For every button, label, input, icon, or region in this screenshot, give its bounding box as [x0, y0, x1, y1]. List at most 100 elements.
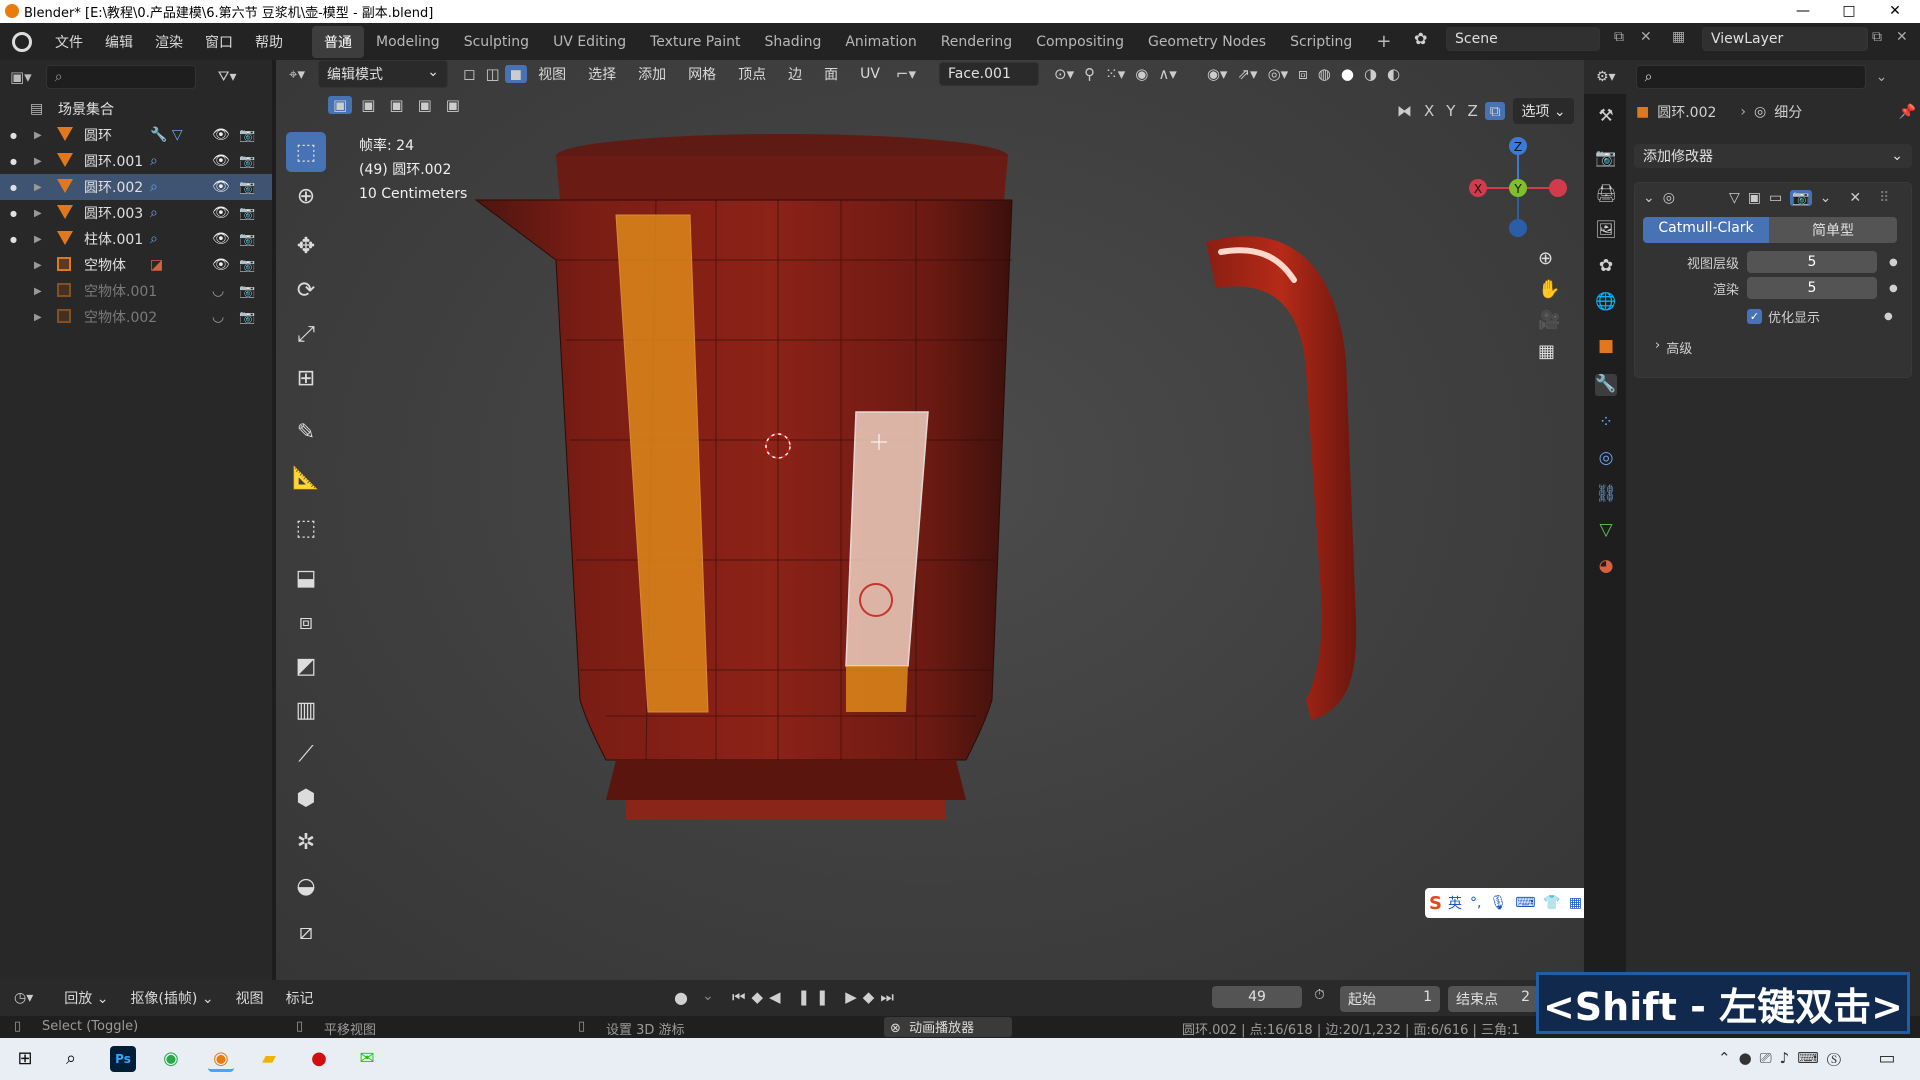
keyframe-dot-icon[interactable]: ● [1889, 257, 1898, 268]
visibility-icon[interactable]: ◉▾ [1202, 65, 1233, 83]
eye-icon[interactable]: 👁 [212, 231, 230, 247]
tab-animation[interactable]: Animation [833, 28, 928, 56]
axis-z-toggle[interactable]: Z [1462, 102, 1482, 120]
record-icon[interactable]: ● [674, 988, 688, 1007]
move-tool[interactable]: ✥ [286, 226, 326, 266]
blender-taskbar-icon[interactable]: ◉ [208, 1046, 234, 1072]
menu-edit[interactable]: 编辑 [94, 32, 144, 52]
expand-arrow-icon[interactable]: ▶ [34, 312, 42, 323]
toolbox-icon[interactable]: ▦ [1569, 895, 1582, 911]
render-visibility-icon[interactable]: 📷 [239, 284, 255, 299]
render-levels-field[interactable]: 5 [1747, 277, 1877, 299]
tab-texture-paint[interactable]: Texture Paint [638, 28, 752, 56]
menu-render[interactable]: 渲染 [144, 32, 194, 52]
tab-shading[interactable]: Shading [752, 28, 833, 56]
measure-tool[interactable]: 📐 [286, 458, 326, 498]
tab-layout[interactable]: 普通 [312, 25, 364, 58]
outliner-item[interactable]: ▶ 空物体.002 ◡ 📷 [0, 304, 272, 330]
keyboard-icon[interactable]: ⌨ [1515, 895, 1535, 911]
timeline-view-menu[interactable]: 视图 [225, 988, 275, 1008]
properties-editor-icon[interactable]: ⚙▾ [1596, 69, 1616, 85]
edit-toggle-icon[interactable]: ● [10, 131, 17, 140]
photoshop-icon[interactable]: Ps [110, 1046, 136, 1072]
modifier-tab-icon[interactable]: 🔧 [1595, 374, 1617, 396]
constraints-tab-icon[interactable]: ⛓ [1595, 484, 1617, 506]
new-scene-icon[interactable]: ⧉ [1614, 29, 1624, 45]
render-tab-icon[interactable]: 📷 [1595, 148, 1617, 170]
shear-tool[interactable]: ⧄ [286, 912, 326, 952]
tab-catmull-clark[interactable]: Catmull-Clark [1643, 217, 1769, 243]
delete-view-layer-icon[interactable]: ✕ [1896, 29, 1908, 45]
poly-build-tool[interactable]: ⬢ [286, 778, 326, 818]
wechat-icon[interactable]: ✉ [354, 1046, 380, 1072]
rotate-tool[interactable]: ⟳ [286, 270, 326, 310]
annotate-tool[interactable]: ✎ [286, 412, 326, 452]
scene-selector[interactable]: Scene [1446, 27, 1600, 51]
view-layer-tab-icon[interactable]: 🖼 [1595, 220, 1617, 242]
eye-icon[interactable]: 👁 [212, 179, 230, 195]
tab-uv-editing[interactable]: UV Editing [541, 28, 638, 56]
modifier-icon[interactable]: ⌕ [150, 205, 158, 221]
world-tab-icon[interactable]: 🌐 [1595, 292, 1617, 314]
outliner-item[interactable]: ● ▶ 圆环.001 ⌕ 👁 📷 [0, 148, 272, 174]
editor-type-icon[interactable]: ▣▾ [10, 68, 32, 86]
timeline-editor-icon[interactable]: ◷▾ [14, 990, 33, 1006]
axis-y-toggle[interactable]: Y [1441, 102, 1460, 120]
render-visibility-icon[interactable]: 📷 [239, 232, 255, 247]
scale-tool[interactable]: ⤢ [286, 314, 326, 354]
active-face-selector[interactable]: Face.001 [939, 62, 1040, 86]
end-frame-field[interactable]: 结束点 2 [1448, 986, 1538, 1012]
tab-rendering[interactable]: Rendering [929, 28, 1025, 56]
taskbar-search-icon[interactable]: ⌕ [58, 1046, 84, 1072]
spin-tool[interactable]: ✲ [286, 822, 326, 862]
edit-toggle-icon[interactable]: ● [10, 209, 17, 218]
snap-target-icon[interactable]: ⁙▾ [1100, 65, 1130, 83]
outliner-item[interactable]: ▶ 空物体 ◪ 👁 📷 [0, 252, 272, 278]
image-icon[interactable]: ◪ [150, 257, 163, 273]
skin-icon[interactable]: 👕 [1543, 895, 1560, 911]
menu-window[interactable]: 窗口 [194, 32, 244, 52]
marker-menu[interactable]: 标记 [275, 988, 325, 1008]
face-select-icon[interactable]: ◼ [504, 65, 528, 83]
tab-sculpting[interactable]: Sculpting [452, 28, 541, 56]
viewport-display-icon[interactable]: ▭ [1769, 190, 1782, 206]
3d-viewport[interactable] [276, 60, 1584, 980]
transform-orientation-icon[interactable]: ⌐▾ [891, 65, 921, 83]
edit-toggle-icon[interactable]: ● [10, 235, 17, 244]
edge-select-icon[interactable]: ◫ [480, 65, 504, 83]
add-workspace-button[interactable]: + [1364, 25, 1403, 58]
browser-icon[interactable]: ◉ [158, 1046, 184, 1072]
eye-icon[interactable]: 👁 [212, 153, 230, 169]
select-extend-icon[interactable]: ▣ [356, 96, 380, 114]
options-dropdown[interactable]: 选项 ⌄ [1513, 98, 1574, 124]
keyframe-dot-icon[interactable]: ● [1889, 283, 1898, 294]
recorder-icon[interactable]: ● [306, 1046, 332, 1072]
render-visibility-icon[interactable]: 📷 [239, 180, 255, 195]
select-box-tool[interactable]: ⬚ [286, 132, 326, 172]
ime-toolbar[interactable]: S 英 °, 🎙 ⌨ 👕 ▦ [1425, 888, 1603, 918]
auto-merge-icon[interactable]: ⧉ [1484, 102, 1506, 120]
blender-menu-icon[interactable] [12, 31, 32, 52]
menu-vertex[interactable]: 顶点 [727, 64, 777, 84]
render-visibility-icon[interactable]: 📷 [239, 128, 255, 143]
scene-tab-icon[interactable]: ✿ [1595, 256, 1617, 278]
outliner-item[interactable]: ● ▶ 圆环.003 ⌕ 👁 📷 [0, 200, 272, 226]
chevron-down-icon[interactable]: ⌄ [1876, 69, 1888, 85]
system-tray[interactable]: ⌃●⎚♪⌨Ⓢ [1718, 1049, 1849, 1067]
editmode-icon[interactable]: ▣ [1748, 190, 1761, 206]
inset-tool[interactable]: ⧈ [286, 602, 326, 642]
knife-tool[interactable]: ⟋ [286, 734, 326, 774]
render-visibility-icon[interactable]: 📷 [239, 206, 255, 221]
delete-scene-icon[interactable]: ✕ [1640, 29, 1652, 45]
current-frame-field[interactable]: 49 [1212, 986, 1302, 1008]
transform-tool[interactable]: ⊞ [286, 358, 326, 398]
ortho-grid-icon[interactable]: ▦ [1538, 341, 1560, 362]
outliner-item[interactable]: ▶ 空物体.001 ◡ 📷 [0, 278, 272, 304]
new-view-layer-icon[interactable]: ⧉ [1872, 29, 1882, 45]
select-invert-icon[interactable]: ▣ [413, 96, 437, 114]
pan-hand-icon[interactable]: ✋ [1538, 279, 1560, 300]
expand-arrow-icon[interactable]: ▶ [34, 286, 42, 297]
rendered-shading-icon[interactable]: ◐ [1382, 65, 1405, 83]
pin-icon[interactable]: 📌 [1899, 104, 1916, 120]
render-toggle-icon[interactable]: 📷 [1790, 190, 1812, 206]
